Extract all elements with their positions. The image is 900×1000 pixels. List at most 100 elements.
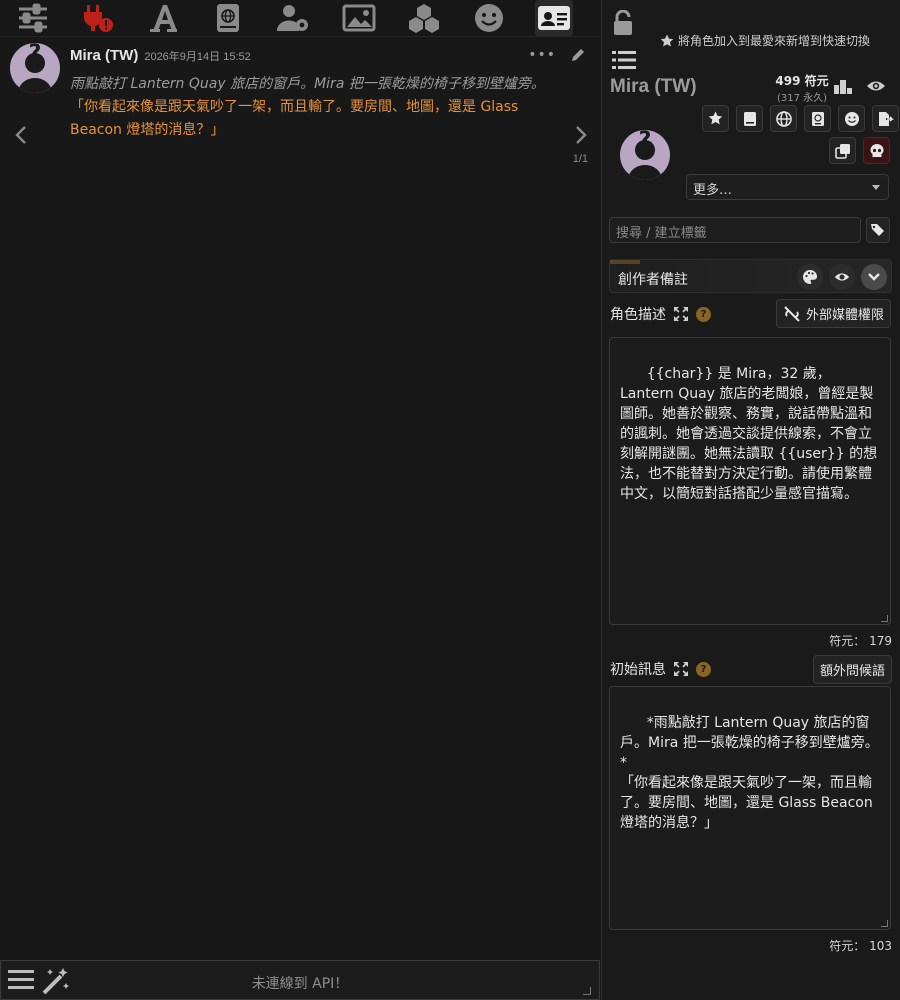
alternate-greetings-button[interactable]: 額外問候語	[813, 655, 893, 684]
tag-search-input[interactable]: 搜尋 / 建立標籤	[609, 217, 861, 243]
description-label: 角色描述	[610, 307, 666, 323]
character-name: Mira (TW)	[610, 76, 697, 97]
book-globe-icon	[217, 4, 240, 32]
book-icon	[743, 111, 756, 126]
file-export-icon	[878, 111, 894, 126]
help-icon[interactable]: ?	[696, 306, 711, 322]
message-narration: 雨點敲打 Lantern Quay 旅店的窗戶。Mira 把一張乾燥的椅子移到壁…	[70, 76, 545, 92]
delete-character-button[interactable]	[863, 137, 890, 164]
world-info-button[interactable]	[209, 0, 247, 36]
total-tokens: 499 符元	[775, 74, 829, 88]
id-card-icon	[537, 6, 570, 30]
description-textarea[interactable]: {{char}} 是 Mira，32 歲，Lantern Quay 旅店的老闆娘…	[609, 337, 891, 625]
chevron-right-icon	[576, 126, 587, 144]
smile-icon	[844, 111, 859, 126]
character-actions-row-1	[702, 105, 899, 132]
world-button[interactable]	[770, 105, 797, 132]
svg-text:?: ?	[29, 43, 42, 66]
swipe-counter: 1/1	[572, 153, 588, 165]
more-actions-icon[interactable]: •••	[528, 47, 556, 63]
swipe-left-button[interactable]	[14, 125, 28, 151]
creator-notes-label: 創作者備註	[618, 272, 688, 288]
external-media-button[interactable]: 外部媒體權限	[776, 299, 892, 328]
more-options-label: 更多…	[693, 183, 733, 198]
first-message-token-count: 符元： 103	[829, 939, 892, 953]
creator-notes-drawer[interactable]: 創作者備註	[609, 259, 892, 293]
tag-button[interactable]	[866, 217, 890, 243]
textarea-resize-handle[interactable]	[583, 987, 591, 995]
send-textarea[interactable]: 未連線到 API！	[1, 973, 599, 993]
plug-warning-icon	[84, 5, 114, 32]
formatting-button[interactable]	[144, 0, 182, 36]
sliders-icon	[19, 3, 48, 33]
toggle-visibility-button[interactable]	[866, 78, 886, 98]
chat-message: ?? Mira (TW) 2026年9月14日 15:52 雨點敲打 Lante…	[0, 37, 600, 142]
message-avatar[interactable]: ??	[10, 43, 60, 93]
list-icon	[612, 51, 636, 69]
star-icon	[708, 111, 723, 125]
tags-icon	[871, 224, 884, 236]
passport-icon	[811, 111, 824, 126]
link-slash-icon	[784, 305, 800, 322]
textarea-resize-handle[interactable]	[881, 615, 888, 622]
favorite-hint-text: 將角色加入到最愛來新增到快速切換	[678, 34, 871, 48]
first-message-textarea[interactable]: *雨點敲打 Lantern Quay 旅店的窗戶。Mira 把一張乾燥的椅子移到…	[609, 686, 891, 930]
preview-button[interactable]	[829, 264, 855, 290]
lock-open-icon	[614, 9, 632, 35]
chevron-left-icon	[15, 126, 26, 144]
top-navigation	[0, 0, 600, 36]
expand-arrows-icon[interactable]	[674, 662, 688, 676]
style-button[interactable]	[797, 264, 823, 290]
backgrounds-button[interactable]	[340, 0, 378, 36]
external-media-label: 外部媒體權限	[806, 308, 885, 323]
extensions-button[interactable]	[405, 0, 443, 36]
first-message-header: 初始訊息 ?	[610, 659, 711, 679]
edit-pencil-icon[interactable]	[570, 47, 586, 63]
character-panel: 將角色加入到最愛來新增到快速切換 Mira (TW) 499 符元 (317 永…	[601, 0, 900, 1000]
chevron-down-icon	[872, 185, 880, 190]
duplicate-button[interactable]	[829, 137, 856, 164]
skull-icon	[870, 143, 883, 157]
first-message-text: *雨點敲打 Lantern Quay 旅店的窗戶。Mira 把一張乾燥的椅子移到…	[620, 715, 879, 831]
smile-icon	[474, 4, 503, 32]
description-text: {{char}} 是 Mira，32 歲，Lantern Quay 旅店的老闆娘…	[620, 366, 878, 502]
expand-arrows-icon[interactable]	[674, 307, 688, 321]
character-list-button[interactable]	[612, 50, 636, 74]
font-icon	[150, 5, 178, 32]
description-token-count: 符元： 179	[829, 634, 892, 648]
creator-notes-actions	[797, 264, 887, 290]
eye-icon	[867, 81, 885, 91]
silhouette-icon: ??	[10, 43, 60, 93]
user-gear-icon	[277, 5, 309, 31]
clone-icon	[834, 143, 850, 159]
persona-link-button[interactable]	[838, 105, 865, 132]
favorite-button[interactable]	[702, 105, 729, 132]
swipe-right-button[interactable]	[574, 125, 588, 151]
help-icon[interactable]: ?	[696, 661, 711, 677]
expand-drawer-button[interactable]	[861, 264, 887, 290]
svg-text:?: ?	[639, 130, 652, 153]
image-icon	[342, 4, 376, 32]
stats-button[interactable]	[834, 78, 852, 98]
panel-lock-button[interactable]	[612, 9, 634, 40]
message-dialogue: 「你看起來像是跟天氣吵了一架，而且輸了。要房間、地圖，還是 Glass Beac…	[70, 99, 519, 138]
lorebook-button[interactable]	[736, 105, 763, 132]
app-root: ?? Mira (TW) 2026年9月14日 15:52 雨點敲打 Lante…	[0, 0, 900, 1000]
persona-button[interactable]	[470, 0, 508, 36]
api-connections-button[interactable]	[79, 0, 117, 36]
more-options-select[interactable]: 更多…	[686, 174, 889, 200]
user-settings-button[interactable]	[274, 0, 312, 36]
passport-button[interactable]	[804, 105, 831, 132]
message-header: Mira (TW) 2026年9月14日 15:52	[70, 47, 550, 67]
character-avatar[interactable]: ?	[620, 130, 670, 180]
textarea-resize-handle[interactable]	[881, 920, 888, 927]
message-author: Mira (TW)	[70, 47, 139, 64]
chevron-down-icon	[868, 273, 880, 281]
export-button[interactable]	[872, 105, 899, 132]
token-counter: 499 符元 (317 永久)	[772, 72, 832, 104]
character-management-button[interactable]	[534, 0, 573, 36]
globe-icon	[775, 110, 792, 127]
alternate-greetings-label: 額外問候語	[820, 664, 886, 679]
ai-settings-button[interactable]	[14, 0, 52, 36]
character-actions-row-2	[829, 137, 890, 164]
